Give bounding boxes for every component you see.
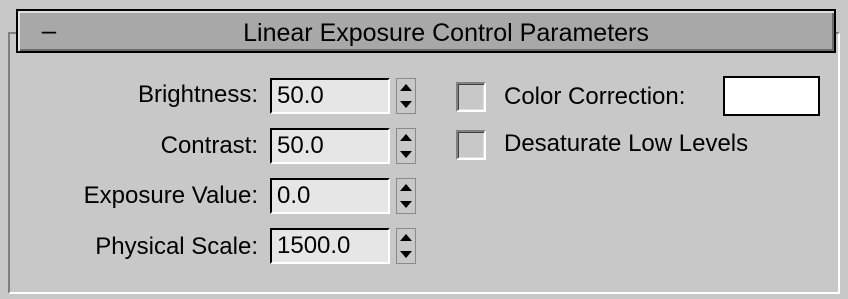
brightness-spinner[interactable] (396, 78, 416, 114)
spinner-up-arrow-icon[interactable] (397, 79, 415, 96)
physical-scale-input[interactable]: 1500.0 (270, 228, 390, 264)
spinner-down-arrow-icon[interactable] (397, 246, 415, 263)
brightness-label: Brightness: (137, 81, 258, 108)
contrast-label: Contrast: (160, 132, 258, 159)
brightness-input[interactable]: 50.0 (270, 78, 390, 114)
spinner-up-arrow-icon[interactable] (397, 229, 415, 246)
desaturate-low-levels-label: Desaturate Low Levels (504, 130, 749, 157)
spinner-down-arrow-icon[interactable] (397, 146, 415, 163)
physical-scale-spinner[interactable] (396, 228, 416, 264)
spinner-up-arrow-icon[interactable] (397, 179, 415, 196)
exposure-value-input[interactable]: 0.0 (270, 178, 390, 214)
contrast-input[interactable]: 50.0 (270, 128, 390, 164)
exposure-value-label: Exposure Value: (83, 182, 258, 209)
spinner-down-arrow-icon[interactable] (397, 196, 415, 213)
contrast-spinner[interactable] (396, 128, 416, 164)
exposure-value-spinner[interactable] (396, 178, 416, 214)
spinner-down-arrow-icon[interactable] (397, 96, 415, 113)
color-correction-checkbox[interactable] (456, 82, 486, 112)
rollout-header[interactable]: – Linear Exposure Control Parameters (16, 9, 836, 53)
rollout-title: Linear Exposure Control Parameters (243, 19, 649, 47)
desaturate-low-levels-checkbox[interactable] (456, 130, 486, 160)
spinner-up-arrow-icon[interactable] (397, 129, 415, 146)
color-correction-label: Color Correction: (504, 83, 686, 110)
physical-scale-label: Physical Scale: (95, 233, 258, 260)
color-correction-swatch[interactable] (723, 76, 820, 116)
